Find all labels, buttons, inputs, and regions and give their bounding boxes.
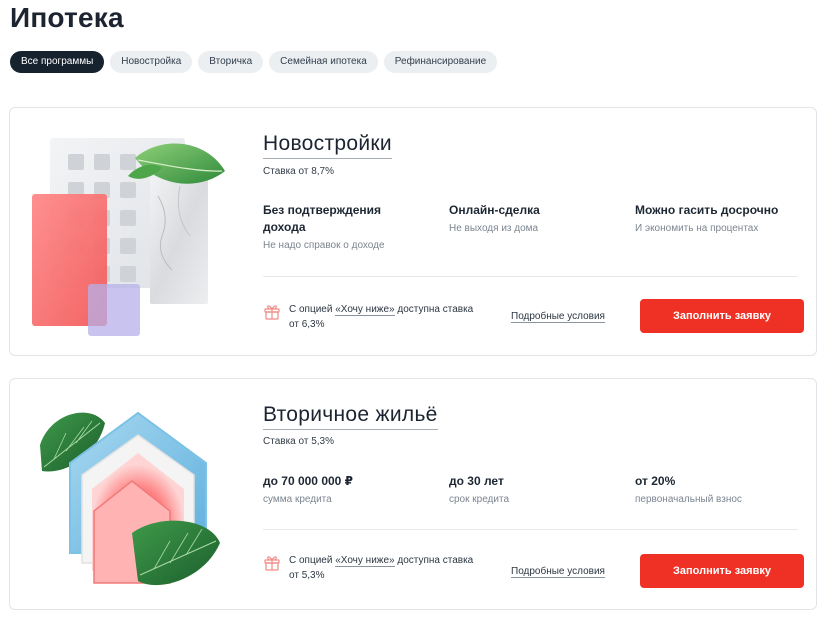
feature-early-repayment: Можно гасить досрочно И экономить на про…: [635, 202, 805, 235]
feature-title: Без подтверждения дохода: [263, 203, 382, 234]
divider: [263, 529, 798, 530]
apply-button[interactable]: Заполнить заявку: [640, 299, 804, 333]
apply-button[interactable]: Заполнить заявку: [640, 554, 804, 588]
feature-loan-amount: до 70 000 000 ₽ сумма кредита: [263, 473, 433, 506]
feature-loan-term: до 30 лет срок кредита: [449, 473, 619, 506]
chip-refinancing[interactable]: Рефинансирование: [383, 51, 498, 73]
feature-title: Онлайн-сделка: [449, 203, 540, 217]
divider: [263, 276, 798, 277]
card-title[interactable]: Вторичное жильё: [263, 403, 438, 430]
chip-secondary[interactable]: Вторичка: [198, 51, 264, 73]
feature-title: до 70 000 000 ₽: [263, 474, 354, 488]
discount-option-note: С опцией «Хочу ниже» доступна ставка от …: [263, 302, 479, 332]
feature-down-payment: от 20% первоначальный взнос: [635, 473, 805, 506]
discount-option-text: С опцией «Хочу ниже» доступна ставка от …: [289, 304, 474, 330]
chip-family-mortgage[interactable]: Семейная ипотека: [269, 51, 378, 73]
feature-title: Можно гасить досрочно: [635, 203, 779, 217]
card-rate: Ставка от 5,3%: [263, 436, 334, 447]
chip-new-buildings[interactable]: Новостройка: [110, 51, 193, 73]
program-filter-chips: Все программы Новостройка Вторичка Семей…: [10, 51, 498, 73]
feature-title: до 30 лет: [449, 474, 504, 488]
discount-option-text: С опцией «Хочу ниже» доступна ставка от …: [289, 555, 474, 581]
card-title[interactable]: Новостройки: [263, 132, 392, 159]
feature-subtitle: первоначальный взнос: [635, 494, 742, 505]
feature-online-deal: Онлайн-сделка Не выходя из дома: [449, 202, 619, 235]
building-illustration: [20, 116, 240, 336]
discount-option-note: С опцией «Хочу ниже» доступна ставка от …: [263, 553, 479, 583]
mortgage-card-new-buildings: Новостройки Ставка от 8,7% Без подтвержд…: [9, 107, 817, 356]
gift-icon: [263, 302, 281, 320]
feature-subtitle: сумма кредита: [263, 494, 332, 505]
feature-subtitle: Не надо справок о доходе: [263, 240, 385, 251]
gift-icon: [263, 553, 281, 571]
want-lower-link[interactable]: «Хочу ниже»: [335, 555, 395, 567]
feature-subtitle: И экономить на процентах: [635, 223, 759, 234]
chip-all-programs[interactable]: Все программы: [10, 51, 105, 73]
feature-title: от 20%: [635, 474, 676, 488]
feature-subtitle: срок кредита: [449, 494, 510, 505]
want-lower-link[interactable]: «Хочу ниже»: [335, 304, 395, 316]
details-link[interactable]: Подробные условия: [511, 566, 605, 578]
details-link[interactable]: Подробные условия: [511, 311, 605, 323]
feature-subtitle: Не выходя из дома: [449, 223, 539, 234]
house-illustration: [20, 393, 240, 613]
page-title: Ипотека: [10, 2, 124, 33]
card-rate: Ставка от 8,7%: [263, 166, 334, 177]
mortgage-card-secondary-housing: Вторичное жильё Ставка от 5,3% до 70 000…: [9, 378, 817, 610]
feature-no-income-proof: Без подтверждения дохода Не надо справок…: [263, 202, 413, 252]
